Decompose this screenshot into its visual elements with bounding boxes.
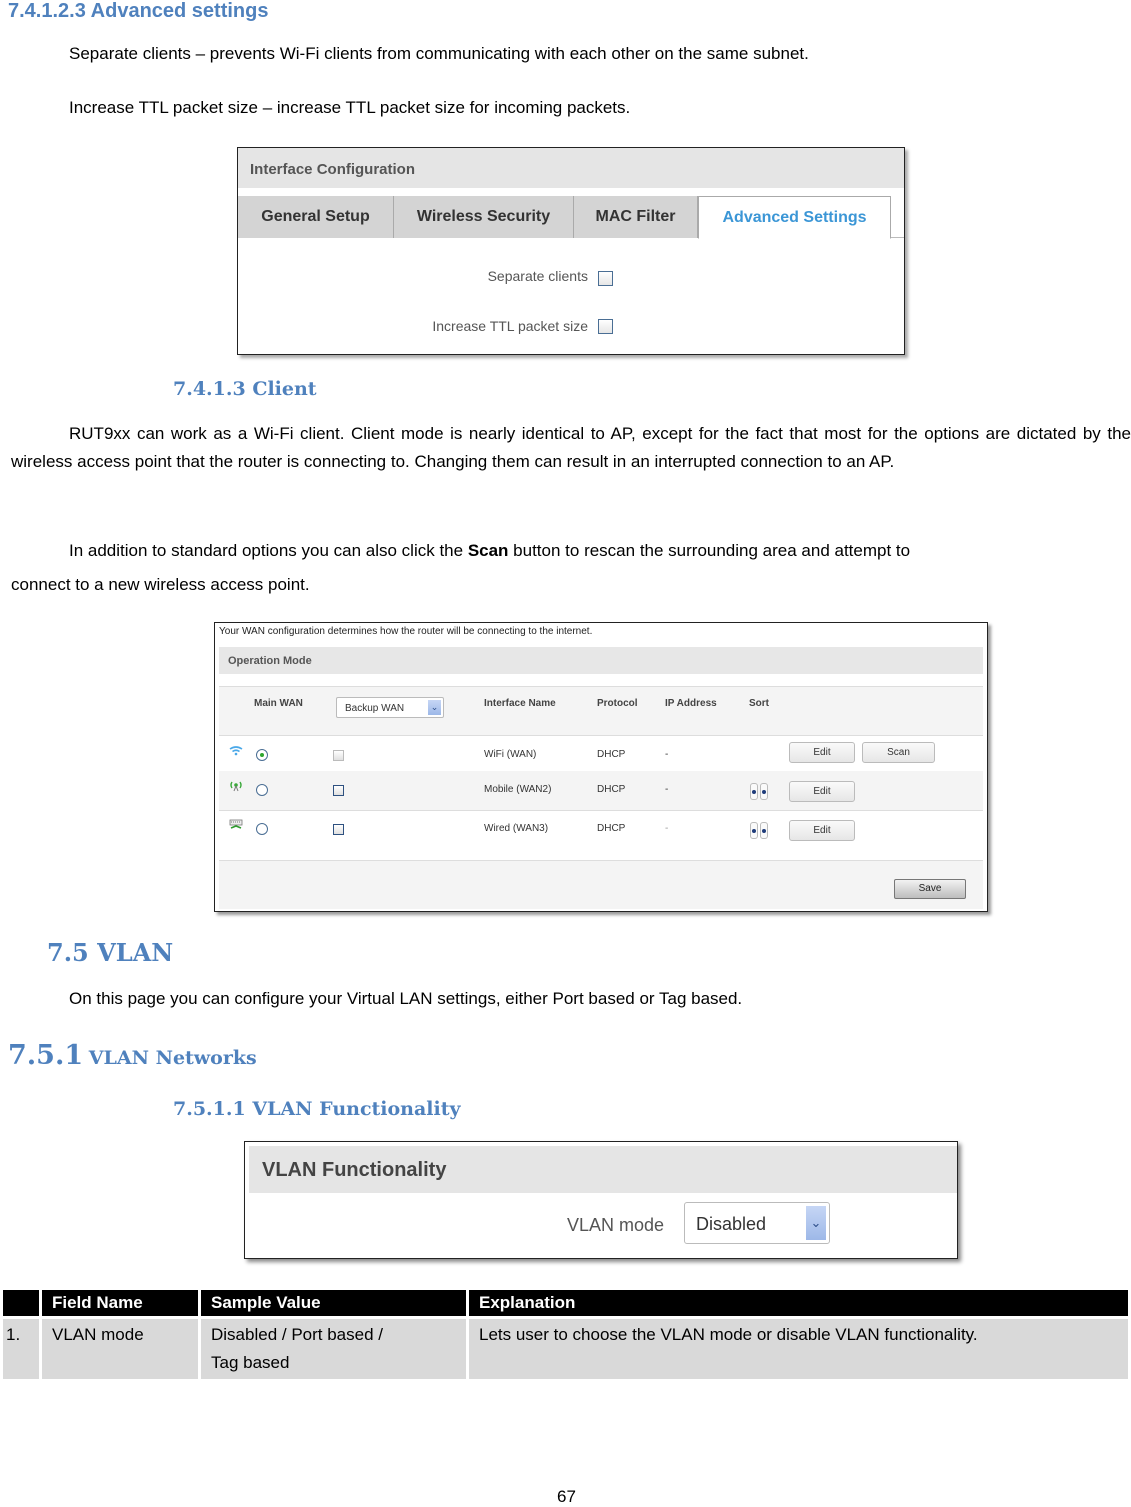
interface-name: Mobile (WAN2) — [484, 784, 552, 795]
tab-mac-filter[interactable]: MAC Filter — [574, 196, 698, 238]
wan-row-wired: Wired (WAN3) DHCP - Edit — [219, 811, 983, 861]
col-main-wan: Main WAN — [254, 698, 303, 709]
ip-address: - — [665, 823, 669, 834]
paragraph-scan-info: In addition to standard options you can … — [69, 541, 911, 560]
paragraph-scan-info-line2: connect to a new wireless access point. — [11, 575, 310, 594]
header-field-name: Field Name — [42, 1290, 198, 1316]
table-header-row: Field Name Sample Value Explanation — [3, 1290, 1128, 1316]
backup-checkbox-wifi[interactable] — [333, 750, 344, 761]
paragraph-increase-ttl: Increase TTL packet size – increase TTL … — [69, 98, 631, 117]
wan-footer: Save — [219, 861, 983, 909]
heading-vlan-functionality: 7.5.1.1 VLAN Functionality — [173, 1098, 461, 1120]
chevron-down-icon: ⌄ — [806, 1206, 826, 1240]
scan-bold-text: Scan — [467, 541, 509, 560]
scan-button[interactable]: Scan — [862, 742, 935, 763]
paragraph-client-mode: RUT9xx can work as a Wi-Fi client. Clien… — [11, 424, 1131, 471]
protocol: DHCP — [597, 784, 626, 795]
backup-checkbox-mobile[interactable] — [333, 785, 344, 796]
sort-down-button[interactable] — [760, 822, 768, 839]
page-number: 67 — [557, 1487, 576, 1506]
interface-name: Wired (WAN3) — [484, 823, 549, 834]
col-interface-name: Interface Name — [484, 698, 556, 709]
wan-row-mobile: Mobile (WAN2) DHCP - Edit — [219, 771, 983, 811]
main-wan-radio-mobile[interactable] — [256, 784, 268, 796]
edit-button[interactable]: Edit — [789, 742, 855, 763]
tab-wireless-security[interactable]: Wireless Security — [394, 196, 574, 238]
row-explanation: Lets user to choose the VLAN mode or dis… — [469, 1316, 1128, 1379]
sort-up-button[interactable] — [750, 783, 758, 800]
increase-ttl-row: Increase TTL packet size — [236, 318, 904, 338]
heading-advanced-settings: 7.4.1.2.3 Advanced settings — [8, 0, 269, 22]
vlan-mode-label: VLAN mode — [567, 1215, 665, 1235]
edit-button[interactable]: Edit — [789, 820, 855, 841]
field-table: Field Name Sample Value Explanation 1. V… — [0, 1290, 1131, 1379]
interface-configuration-screenshot: Interface Configuration General Setup Wi… — [237, 147, 905, 355]
heading-vlan-networks: 7.5.1 VLAN Networks — [8, 1040, 257, 1071]
paragraph-separate-clients: Separate clients – prevents Wi-Fi client… — [69, 44, 809, 63]
operation-mode-title: Operation Mode — [219, 647, 983, 674]
heading-client: 7.4.1.3 Client — [173, 378, 317, 400]
save-button[interactable]: Save — [894, 879, 966, 899]
main-wan-radio-wired[interactable] — [256, 823, 268, 835]
sort-up-button[interactable] — [750, 822, 758, 839]
protocol: DHCP — [597, 749, 626, 760]
main-wan-radio-wifi[interactable] — [256, 749, 268, 761]
panel-title: Interface Configuration — [238, 148, 904, 188]
col-ip-address: IP Address — [665, 698, 717, 709]
col-protocol: Protocol — [597, 698, 638, 709]
tab-bar: General Setup Wireless Security MAC Filt… — [238, 196, 904, 239]
separate-clients-label: Separate clients — [487, 268, 588, 284]
sort-down-button[interactable] — [760, 783, 768, 800]
ip-address: - — [665, 749, 669, 760]
ip-address: - — [665, 784, 669, 795]
separate-clients-checkbox[interactable] — [598, 271, 613, 286]
table-row: 1. VLAN mode Disabled / Port based / Tag … — [3, 1316, 1128, 1379]
panel-title: VLAN Functionality — [249, 1146, 957, 1193]
increase-ttl-checkbox[interactable] — [598, 319, 613, 334]
separate-clients-row: Separate clients — [236, 268, 904, 288]
wan-table-header: Main WAN Backup WAN ⌄ Interface Name Pro… — [219, 686, 983, 736]
header-number — [3, 1290, 39, 1316]
interface-name: WiFi (WAN) — [484, 749, 537, 760]
vlan-mode-select[interactable]: Disabled ⌄ — [684, 1202, 830, 1244]
wan-intro-text: Your WAN configuration determines how th… — [219, 626, 593, 637]
backup-wan-select[interactable]: Backup WAN ⌄ — [336, 697, 444, 718]
mobile-antenna-icon — [230, 781, 242, 792]
col-sort: Sort — [749, 698, 769, 709]
header-sample-value: Sample Value — [201, 1290, 466, 1316]
header-explanation: Explanation — [469, 1290, 1128, 1316]
paragraph-vlan-intro: On this page you can configure your Virt… — [69, 989, 743, 1008]
row-field-name: VLAN mode — [42, 1316, 198, 1379]
heading-vlan: 7.5 VLAN — [47, 938, 174, 967]
vlan-functionality-screenshot: VLAN Functionality VLAN mode Disabled ⌄ — [244, 1141, 958, 1259]
tab-general-setup[interactable]: General Setup — [238, 196, 394, 238]
increase-ttl-label: Increase TTL packet size — [432, 318, 588, 334]
tab-advanced-settings[interactable]: Advanced Settings — [698, 196, 891, 239]
wan-row-wifi: WiFi (WAN) DHCP - Edit Scan — [219, 736, 983, 776]
edit-button[interactable]: Edit — [789, 781, 855, 802]
row-sample-value: Disabled / Port based / Tag based — [201, 1316, 466, 1379]
wan-configuration-screenshot: Your WAN configuration determines how th… — [214, 622, 988, 912]
backup-checkbox-wired[interactable] — [333, 824, 344, 835]
wifi-icon — [229, 746, 243, 756]
wired-ethernet-icon — [229, 819, 243, 829]
row-number: 1. — [3, 1316, 39, 1379]
protocol: DHCP — [597, 823, 626, 834]
chevron-down-icon: ⌄ — [428, 700, 441, 715]
